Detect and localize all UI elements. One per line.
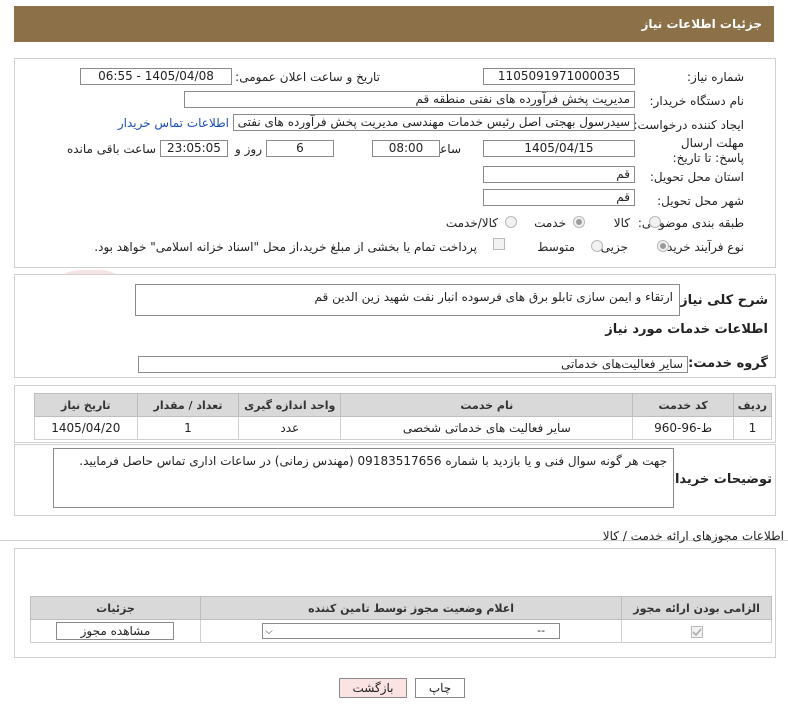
cell-quantity: 1 [136, 416, 240, 440]
treasury-payment-note: پرداخت تمام یا بخشی از مبلغ خرید،از محل … [94, 240, 477, 254]
services-title: اطلاعات خدمات مورد نیاز [605, 322, 768, 337]
process-minor-label: جزیی [600, 240, 628, 254]
days-field: 6 [266, 140, 334, 157]
view-permit-button[interactable]: مشاهده مجوز [56, 622, 175, 640]
back-button[interactable]: بازگشت [339, 678, 407, 698]
permits-table-header: الزامی بودن ارائه مجوز اعلام وضعیت مجوز … [30, 596, 772, 620]
remaining-label: ساعت باقی مانده [66, 142, 156, 156]
cell-permit-details: مشاهده مجوز [30, 619, 201, 643]
permit-required-checkbox [690, 625, 703, 638]
col-need-date: تاریخ نیاز [34, 393, 138, 417]
services-table-header: ردیف کد خدمت نام خدمت واحد اندازه گیری ت… [34, 393, 773, 417]
chevron-down-icon: ⌵ [265, 626, 273, 637]
table-row: -- ⌵ مشاهده مجوز [30, 619, 772, 643]
col-quantity: تعداد / مقدار [136, 393, 240, 417]
service-group-label: گروه خدمت: [688, 356, 768, 371]
category-goods-label: کالا [613, 216, 630, 230]
deadline-time-field: 08:00 [372, 140, 440, 157]
permits-table: الزامی بودن ارائه مجوز اعلام وضعیت مجوز … [30, 596, 772, 643]
creator-field: سیدرسول بهجتی اصل رئیس خدمات مهندسی مدیر… [233, 114, 635, 131]
services-table: ردیف کد خدمت نام خدمت واحد اندازه گیری ت… [34, 393, 773, 440]
service-group-field: سایر فعالیت‌های خدماتی [138, 356, 688, 373]
col-permit-required: الزامی بودن ارائه مجوز [621, 596, 772, 620]
process-medium-radio[interactable] [591, 240, 603, 252]
print-button[interactable]: چاپ [415, 678, 465, 698]
category-goods-service-radio[interactable] [505, 216, 517, 228]
remaining-time-field: 23:05:05 [160, 140, 228, 157]
cell-permit-status: -- ⌵ [199, 619, 623, 643]
permits-title: اطلاعات مجوزهای ارائه خدمت / کالا [602, 529, 784, 543]
permit-status-select-value: -- [537, 624, 546, 637]
city-label: شهر محل تحویل: [657, 194, 744, 208]
col-service-name: نام خدمت [340, 393, 634, 417]
col-row: ردیف [732, 393, 773, 417]
deadline-label-text: مهلت ارسال پاسخ: تا تاریخ: [672, 136, 744, 165]
days-label: روز و [235, 142, 262, 156]
treasury-payment-checkbox[interactable] [493, 238, 505, 250]
cell-need-date: 1405/04/20 [34, 416, 138, 440]
category-goods-service-label: کالا/خدمت [445, 216, 498, 230]
col-permit-details: جزئیات [30, 596, 201, 620]
cell-unit: عدد [238, 416, 342, 440]
category-service-label: خدمت [534, 216, 566, 230]
col-permit-status: اعلام وضعیت مجوز توسط تامین کننده [199, 596, 623, 620]
check-icon [692, 627, 702, 636]
buyer-notes-label: توضیحات خریدار: [662, 472, 772, 487]
permit-status-select[interactable]: -- ⌵ [262, 623, 561, 639]
city-field: قم [483, 189, 635, 206]
table-row: 1 ط-96-960 سایر فعالیت های خدماتی شخصی ع… [34, 416, 773, 440]
cell-permit-required [621, 619, 772, 643]
process-label: نوع فرآیند خرید : [659, 240, 744, 254]
process-minor-radio[interactable] [657, 240, 669, 252]
province-field: قم [483, 166, 635, 183]
buyer-org-field: مدیریت پخش فرآورده های نفتی منطقه قم [184, 91, 635, 108]
description-label: شرح کلی نیاز: [674, 293, 768, 308]
creator-label: ایجاد کننده درخواست: [633, 118, 744, 132]
need-number-label: شماره نیاز: [687, 70, 744, 84]
page-header: جزئیات اطلاعات نیاز [14, 6, 774, 42]
buyer-notes-field: جهت هر گونه سوال فنی و یا بازدید با شمار… [53, 448, 674, 508]
category-service-radio[interactable] [573, 216, 585, 228]
cell-service-code: ط-96-960 [632, 416, 734, 440]
deadline-label: مهلت ارسال پاسخ: تا تاریخ: [654, 136, 744, 166]
cell-row: 1 [732, 416, 773, 440]
description-field: ارتقاء و ایمن سازی تابلو برق های فرسوده … [135, 284, 680, 316]
col-unit: واحد اندازه گیری [238, 393, 342, 417]
announce-field: 1405/04/08 - 06:55 [80, 68, 232, 85]
page-title: جزئیات اطلاعات نیاز [641, 17, 762, 31]
buyer-org-label: نام دستگاه خریدار: [649, 94, 745, 108]
col-service-code: کد خدمت [632, 393, 734, 417]
province-label: استان محل تحویل: [649, 170, 744, 184]
category-goods-radio[interactable] [649, 216, 661, 228]
cell-service-name: سایر فعالیت های خدماتی شخصی [340, 416, 634, 440]
deadline-date-field: 1405/04/15 [483, 140, 635, 157]
buyer-contact-link[interactable]: اطلاعات تماس خریدار [118, 116, 229, 130]
announce-label: تاریخ و ساعت اعلان عمومی: [235, 70, 380, 84]
process-medium-label: متوسط [537, 240, 575, 254]
need-number-field: 1105091971000035 [483, 68, 635, 85]
